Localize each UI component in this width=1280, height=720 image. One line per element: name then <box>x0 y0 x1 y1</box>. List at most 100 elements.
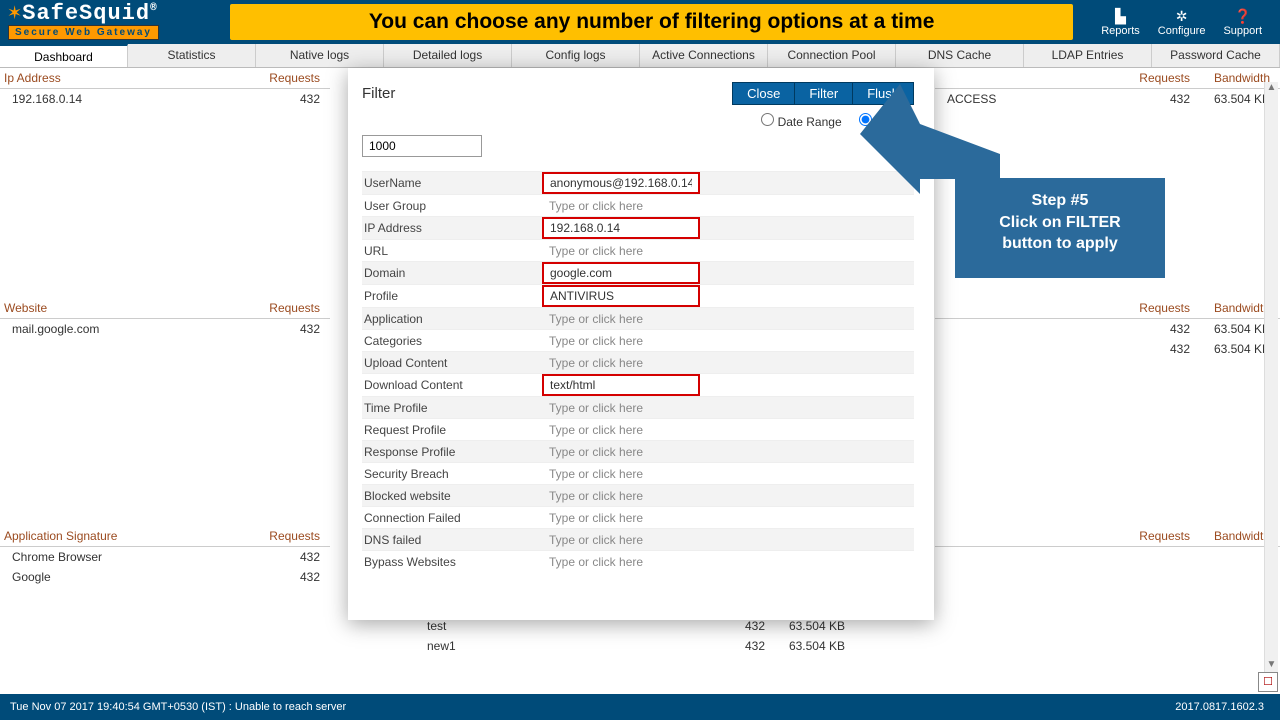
filter-row-upload-content: Upload Content <box>362 351 914 373</box>
filter-label: UserName <box>362 176 542 190</box>
tab-connection-pool[interactable]: Connection Pool <box>768 44 896 67</box>
filter-input-ip-address[interactable] <box>542 217 700 239</box>
col-bandwidth: Bandwidth <box>1190 71 1270 85</box>
filter-input-dns-failed[interactable] <box>542 530 700 550</box>
col-application: Application Signature <box>4 529 240 543</box>
tab-dashboard[interactable]: Dashboard <box>0 44 128 67</box>
filter-label: Categories <box>362 334 542 348</box>
filter-input-security-breach[interactable] <box>542 464 700 484</box>
filter-label: IP Address <box>362 221 542 235</box>
filter-label: Download Content <box>362 378 542 392</box>
filter-row-time-profile: Time Profile <box>362 396 914 418</box>
filter-dialog: Filter Close Filter Flush Date Range Lin… <box>348 68 934 620</box>
dialog-title: Filter <box>362 85 732 102</box>
table-row[interactable]: 43263.504 KB <box>935 339 1280 359</box>
col-ip: Ip Address <box>4 71 240 85</box>
filter-label: Request Profile <box>362 423 542 437</box>
filter-row-profile: Profile <box>362 284 914 307</box>
table-row[interactable]: 192.168.0.14432 <box>0 89 330 109</box>
top-links: ▙Reports ✲Configure ❓Support <box>1083 8 1280 37</box>
filter-row-bypass-websites: Bypass Websites <box>362 550 914 572</box>
filter-row-url: URL <box>362 239 914 261</box>
tab-ldap-entries[interactable]: LDAP Entries <box>1024 44 1152 67</box>
logo: ✶SafeSquid® Secure Web Gateway <box>0 1 220 43</box>
table-row[interactable]: mail.google.com432 <box>0 319 330 339</box>
scroll-up-icon[interactable]: ▲ <box>1265 82 1278 93</box>
table-row[interactable]: new143263.504 KB <box>415 636 855 656</box>
scrollbar[interactable]: ▲ ▼ <box>1264 82 1278 672</box>
tab-detailed-logs[interactable]: Detailed logs <box>384 44 512 67</box>
col-requests: Requests <box>1110 71 1190 85</box>
opt-date-range[interactable]: Date Range <box>761 115 841 129</box>
filter-input-bypass-websites[interactable] <box>542 552 700 572</box>
col-requests: Requests <box>240 301 320 315</box>
filter-row-domain: Domain <box>362 261 914 284</box>
top-bar: ✶SafeSquid® Secure Web Gateway You can c… <box>0 0 1280 44</box>
col-bandwidth: Bandwidth <box>1190 301 1270 315</box>
instruction-callout: Step #5 Click on FILTER button to apply <box>955 178 1165 278</box>
filter-input-connection-failed[interactable] <box>542 508 700 528</box>
filter-row-user-group: User Group <box>362 194 914 216</box>
filter-input-blocked-website[interactable] <box>542 486 700 506</box>
callout-line3: button to apply <box>965 233 1155 255</box>
filter-label: Connection Failed <box>362 511 542 525</box>
filter-label: Application <box>362 312 542 326</box>
support-link[interactable]: ❓Support <box>1223 8 1262 37</box>
table-row[interactable]: Chrome Browser432 <box>0 547 330 567</box>
brand-tagline: Secure Web Gateway <box>8 25 159 40</box>
filter-input-user-group[interactable] <box>542 196 700 216</box>
filter-label: Domain <box>362 266 542 280</box>
col-requests: Requests <box>1110 301 1190 315</box>
filter-row-blocked-website: Blocked website <box>362 484 914 506</box>
callout-line2: Click on FILTER <box>965 212 1155 234</box>
tab-bar: DashboardStatisticsNative logsDetailed l… <box>0 44 1280 68</box>
col-website: Website <box>4 301 240 315</box>
filter-input-download-content[interactable] <box>542 374 700 396</box>
filter-input-domain[interactable] <box>542 262 700 284</box>
filter-label: Security Breach <box>362 467 542 481</box>
tab-password-cache[interactable]: Password Cache <box>1152 44 1280 67</box>
filter-input-url[interactable] <box>542 241 700 261</box>
pdf-export-icon[interactable]: ☐ <box>1258 672 1278 692</box>
filter-input-response-profile[interactable] <box>542 442 700 462</box>
col-requests: Requests <box>240 71 320 85</box>
table-row[interactable]: 43263.504 KB <box>935 319 1280 339</box>
filter-row-connection-failed: Connection Failed <box>362 506 914 528</box>
configure-link[interactable]: ✲Configure <box>1158 8 1206 37</box>
panel-website: WebsiteRequests mail.google.com432 <box>0 298 330 526</box>
filter-label: Bypass Websites <box>362 555 542 569</box>
filter-row-response-profile: Response Profile <box>362 440 914 462</box>
tab-dns-cache[interactable]: DNS Cache <box>896 44 1024 67</box>
table-row[interactable]: Google432 <box>0 567 330 587</box>
filter-button[interactable]: Filter <box>795 83 853 104</box>
filter-input-username[interactable] <box>542 172 700 194</box>
reports-link[interactable]: ▙Reports <box>1101 8 1140 37</box>
filter-row-download-content: Download Content <box>362 373 914 396</box>
brand-name: SafeSquid <box>22 1 150 26</box>
brand-reg: ® <box>150 3 158 15</box>
filter-input-application[interactable] <box>542 309 700 329</box>
tab-statistics[interactable]: Statistics <box>128 44 256 67</box>
filter-row-username: UserName <box>362 171 914 194</box>
col-requests: Requests <box>1110 529 1190 543</box>
scroll-down-icon[interactable]: ▼ <box>1265 659 1278 670</box>
lines-input[interactable] <box>362 135 482 157</box>
tab-config-logs[interactable]: Config logs <box>512 44 640 67</box>
tab-active-connections[interactable]: Active Connections <box>640 44 768 67</box>
filter-label: Response Profile <box>362 445 542 459</box>
filter-row-application: Application <box>362 307 914 329</box>
filter-label: Blocked website <box>362 489 542 503</box>
filter-input-time-profile[interactable] <box>542 398 700 418</box>
chart-icon: ▙ <box>1101 8 1140 25</box>
close-button[interactable]: Close <box>733 83 795 104</box>
col-requests: Requests <box>240 529 320 543</box>
tab-native-logs[interactable]: Native logs <box>256 44 384 67</box>
status-version: 2017.0817.1602.3 <box>1175 694 1270 720</box>
filter-input-request-profile[interactable] <box>542 420 700 440</box>
panel-application: Application SignatureRequests Chrome Bro… <box>0 526 330 696</box>
filter-input-upload-content[interactable] <box>542 353 700 373</box>
status-message: Tue Nov 07 2017 19:40:54 GMT+0530 (IST) … <box>10 694 1175 720</box>
filter-input-categories[interactable] <box>542 331 700 351</box>
filter-input-profile[interactable] <box>542 285 700 307</box>
panel-right-bot: RequestsBandwidth <box>935 526 1280 696</box>
